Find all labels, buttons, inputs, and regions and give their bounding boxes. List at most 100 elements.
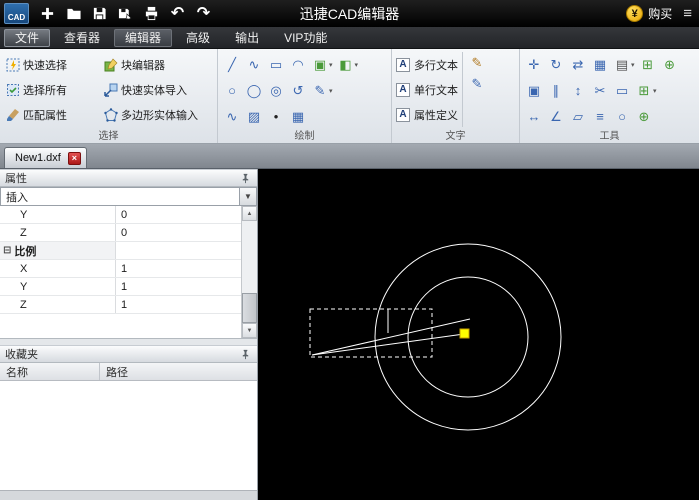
menu-editor[interactable]: 编辑器	[114, 28, 173, 47]
redo-icon[interactable]: ↷	[191, 3, 216, 25]
document-tab[interactable]: New1.dxf ×	[4, 147, 87, 168]
layers-icon[interactable]: ▤	[612, 55, 632, 75]
object-type-select[interactable]: 插入 ▼	[0, 187, 257, 206]
save-icon[interactable]	[87, 3, 112, 25]
group-icon[interactable]: ⊞	[638, 55, 658, 75]
menu-viewer[interactable]: 查看器	[53, 29, 111, 47]
circle-icon[interactable]: ○	[222, 81, 242, 101]
property-value[interactable]: 0	[116, 224, 241, 241]
collapse-icon[interactable]: ⊟	[3, 245, 11, 256]
layers-dropdown-icon[interactable]: ▾	[631, 61, 635, 69]
scale-icon[interactable]: ↕	[568, 81, 588, 101]
quick-entity-import-button[interactable]: 快速实体导入	[102, 81, 213, 99]
property-value[interactable]: 1	[116, 278, 241, 295]
property-row: Y 0	[0, 206, 241, 224]
properties-scrollbar[interactable]: ▲ ▼	[241, 206, 257, 338]
menu-vip[interactable]: VIP功能	[273, 29, 338, 47]
grip-point[interactable]	[459, 328, 470, 339]
quick-select-label: 快速选择	[23, 59, 67, 72]
rectangle-icon[interactable]: ▭	[266, 55, 286, 75]
chevron-down-icon[interactable]: ▼	[239, 188, 256, 205]
singleline-text-button[interactable]: A 单行文本	[396, 77, 458, 102]
pin-icon[interactable]	[238, 347, 252, 361]
pen-icon[interactable]: ✎	[310, 81, 330, 101]
property-group-key[interactable]: ⊟ 比例	[0, 242, 116, 259]
scroll-down-icon[interactable]: ▼	[242, 323, 257, 338]
print-icon[interactable]	[139, 3, 164, 25]
measure-angle-icon[interactable]: ∠	[546, 107, 566, 127]
undo-icon[interactable]: ↶	[165, 3, 190, 25]
property-value[interactable]: 1	[116, 296, 241, 313]
new-file-icon[interactable]	[35, 3, 60, 25]
rotate-icon[interactable]: ↻	[546, 55, 566, 75]
polygon-entity-input-button[interactable]: 多边形实体输入	[102, 106, 213, 124]
list-icon[interactable]: ≡	[590, 107, 610, 127]
new-item-icon[interactable]: ⊕	[634, 107, 654, 127]
purge-icon[interactable]: ○	[612, 107, 632, 127]
pen-dropdown-icon[interactable]: ▾	[329, 87, 333, 95]
donut-icon[interactable]: ◎	[266, 81, 286, 101]
attach-icon[interactable]: ⊞	[634, 81, 654, 101]
insert-block-icon[interactable]: ▣	[310, 55, 330, 75]
menu-icon[interactable]: ≡	[683, 5, 692, 22]
arc-icon[interactable]: ◠	[288, 55, 308, 75]
dashed-selection-rect[interactable]	[309, 308, 433, 358]
close-icon[interactable]: ×	[67, 151, 81, 165]
properties-panel-header: 属性	[0, 169, 257, 187]
block-editor-button[interactable]: 块编辑器	[102, 56, 213, 74]
block-tool-icon[interactable]: ◧	[336, 55, 356, 75]
pin-icon[interactable]	[238, 171, 252, 185]
properties-panel-title: 属性	[5, 173, 27, 185]
measure-distance-icon[interactable]: ↔	[524, 107, 544, 127]
property-group-label: 比例	[14, 245, 37, 258]
buy-button[interactable]: 购买	[648, 5, 672, 22]
spline-icon[interactable]: ∿	[222, 107, 242, 127]
match-properties-button[interactable]: 匹配属性	[4, 106, 100, 124]
trim-icon[interactable]: ✂	[590, 81, 610, 101]
property-group-row: ⊟ 比例	[0, 242, 241, 260]
drawing-canvas[interactable]	[258, 169, 699, 500]
favorites-list[interactable]	[0, 381, 257, 490]
table-icon[interactable]: ▦	[288, 107, 308, 127]
scrollbar-track[interactable]	[242, 221, 257, 323]
multiline-text-button[interactable]: A 多行文本	[396, 52, 458, 77]
edit-text-icon[interactable]: ✎	[467, 52, 487, 72]
title-bar: CAD ↶ ↷ 迅捷CAD编辑器 ¥ 购买 ≡	[0, 0, 699, 27]
favorites-panel-header: 收藏夹	[0, 345, 257, 363]
mirror-icon[interactable]: ⇄	[568, 55, 588, 75]
quick-select-button[interactable]: 快速选择	[4, 56, 100, 74]
menu-output[interactable]: 输出	[224, 29, 270, 47]
copy-icon[interactable]: ▣	[524, 81, 544, 101]
array-icon[interactable]: ▦	[590, 55, 610, 75]
titlebar-right: ¥ 购买 ≡	[626, 5, 699, 22]
attach-dropdown-icon[interactable]: ▾	[653, 87, 657, 95]
wedge-line-upper[interactable]	[311, 318, 471, 356]
line-icon[interactable]: ╱	[222, 55, 242, 75]
point-icon[interactable]: •	[266, 107, 286, 127]
property-value[interactable]: 0	[116, 206, 241, 223]
wedge-line-lower[interactable]	[311, 333, 465, 356]
favorites-column-path[interactable]: 路径	[100, 363, 128, 380]
revision-cloud-icon[interactable]: ↺	[288, 81, 308, 101]
erase-icon[interactable]: ▭	[612, 81, 632, 101]
menu-advanced[interactable]: 高级	[175, 29, 221, 47]
offset-icon[interactable]: ∥	[546, 81, 566, 101]
save-as-icon[interactable]	[113, 3, 138, 25]
property-value[interactable]: 1	[116, 260, 241, 277]
ellipse-icon[interactable]: ◯	[244, 81, 264, 101]
scroll-up-icon[interactable]: ▲	[242, 206, 257, 221]
add-layer-icon[interactable]: ⊕	[660, 55, 680, 75]
move-icon[interactable]: ✛	[524, 55, 544, 75]
scrollbar-thumb[interactable]	[242, 293, 257, 323]
favorites-column-name[interactable]: 名称	[0, 363, 100, 380]
insert-block-dropdown-icon[interactable]: ▾	[329, 61, 333, 69]
text-style-icon[interactable]: ✎	[467, 73, 487, 93]
polyline-icon[interactable]: ∿	[244, 55, 264, 75]
hatch-icon[interactable]: ▨	[244, 107, 264, 127]
open-file-icon[interactable]	[61, 3, 86, 25]
measure-area-icon[interactable]: ▱	[568, 107, 588, 127]
select-all-button[interactable]: 选择所有	[4, 81, 100, 99]
attribute-define-button[interactable]: A 属性定义	[396, 102, 458, 127]
block-tool-dropdown-icon[interactable]: ▾	[355, 61, 359, 69]
menu-file[interactable]: 文件	[4, 28, 51, 47]
